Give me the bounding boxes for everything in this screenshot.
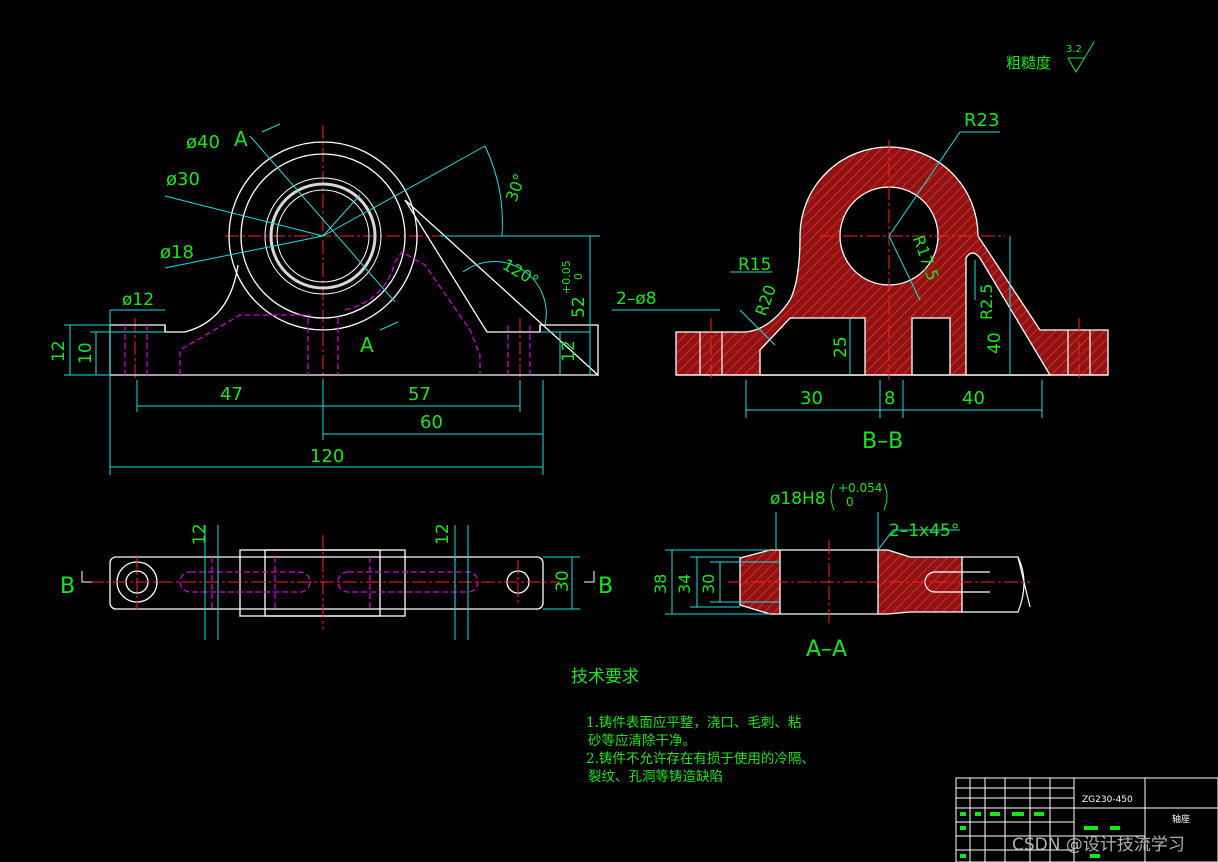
dim-h25: 25 [831,336,851,358]
dim-h12-right: 12 [559,340,579,362]
dim-angle120: 120° [499,255,542,291]
dim-h12-left: 12 [49,340,69,362]
tech-line-4: 裂纹、孔洞等铸造缺陷 [588,768,723,785]
dim-w120: 120 [310,446,344,467]
dim-bore-tol-lower: 0 [846,495,854,509]
technical-requirements: 技术要求 1.铸件表面应平整，浇口、毛刺、粘 砂等应清除干净。 2.铸件不允许存… [571,667,815,785]
view-mark-a-top: A [234,127,248,151]
dim-holes: 2–ø8 [616,289,657,309]
dim-12-left-top: 12 [190,523,210,545]
tech-title: 技术要求 [571,667,639,687]
dim-r23: R23 [964,110,999,131]
dim-d34: 34 [675,574,694,594]
section-a-a: ø18H8 +0.054 0 2–1x45° 38 34 30 A–A [651,481,1031,662]
title-block-material: ZG230-450 [1082,795,1133,805]
top-view: B B 12 12 30 [60,523,613,640]
roughness-label: 粗糙度 [1006,54,1051,72]
drawing-svg: 粗糙度 3.2 A A ø40 ø30 ø18 ø12 30° 120° 52 … [49,41,1218,862]
dim-r2-5: R2.5 [977,283,996,320]
dim-bore: ø18H8 [770,489,826,509]
dim-w40-b: 40 [962,388,985,409]
dim-d40: ø40 [186,132,220,153]
title-block-part-name: 轴座 [1172,813,1190,825]
dim-h52-tol-lower: 0 [572,273,585,280]
dim-d38: 38 [651,574,670,594]
dim-d18: ø18 [160,242,194,263]
front-view: A A ø40 ø30 ø18 ø12 30° 120° 52 +0.05 0 … [49,123,600,475]
dim-chamfer: 2–1x45° [889,521,959,541]
cad-drawing-canvas: 粗糙度 3.2 A A ø40 ø30 ø18 ø12 30° 120° 52 … [0,0,1218,862]
dim-r15: R15 [738,255,771,275]
dim-30-top: 30 [553,570,573,592]
dim-d30: ø30 [166,169,200,190]
view-mark-b-left: B [60,574,75,599]
section-b-b-title: B–B [862,429,903,454]
view-mark-a-bottom: A [360,333,374,357]
section-a-a-title: A–A [806,637,847,662]
tech-line-2: 砂等应清除干净。 [588,732,696,749]
dim-h10: 10 [76,342,96,364]
tech-line-1: 1.铸件表面应平整，浇口、毛刺、粘 [586,714,801,731]
tech-line-3: 2.铸件不允许存在有损于使用的冷隔、 [586,750,815,767]
dim-h40: 40 [985,332,1005,354]
dim-12-right-top: 12 [433,523,453,545]
dim-w8: 8 [884,388,895,409]
section-b-b: R23 R15 R20 R17.5 R2.5 2–ø8 25 40 30 8 4… [612,110,1109,454]
dim-d12: ø12 [122,290,154,310]
dim-bore-tol-upper: +0.054 [838,481,882,495]
dim-w60: 60 [420,412,443,433]
view-mark-b-right: B [598,574,613,599]
dim-w57: 57 [408,384,431,405]
dim-w30-b: 30 [800,388,823,409]
dim-angle30: 30° [502,171,530,204]
dim-h52: 52 [569,296,589,318]
dim-d30-a: 30 [699,574,718,594]
roughness-value: 3.2 [1066,44,1082,55]
watermark: CSDN @设计技流学习 [1012,835,1185,855]
dim-w47: 47 [220,384,243,405]
dim-r20: R20 [751,282,780,318]
